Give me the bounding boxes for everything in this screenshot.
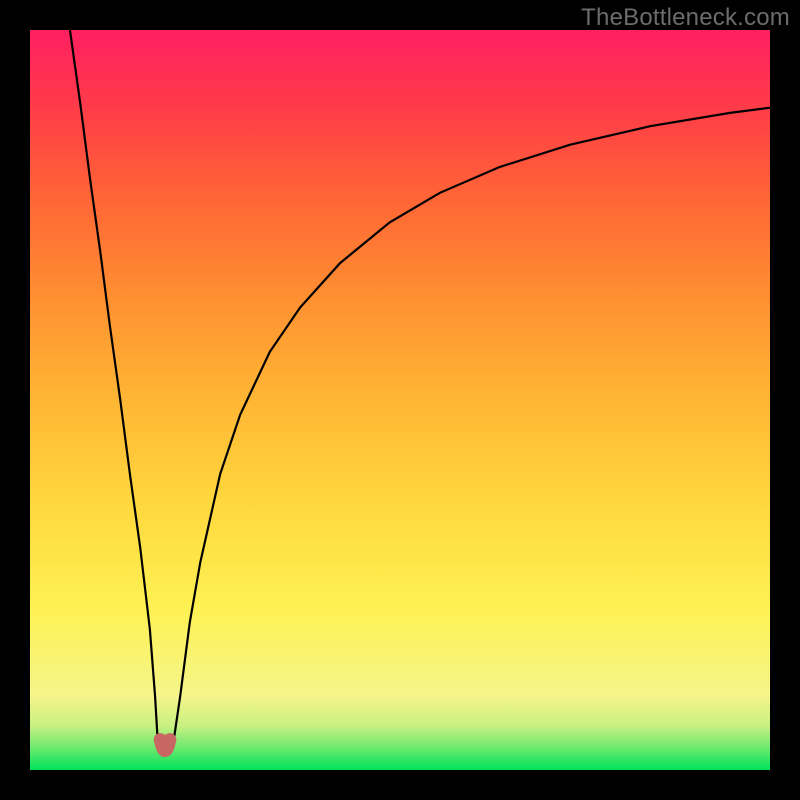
curve-layer — [30, 30, 770, 770]
bottleneck-curve — [70, 30, 770, 752]
watermark-text: TheBottleneck.com — [581, 4, 790, 32]
plot-area — [30, 30, 770, 770]
chart-frame: TheBottleneck.com — [0, 0, 800, 800]
min-marker — [160, 740, 170, 751]
